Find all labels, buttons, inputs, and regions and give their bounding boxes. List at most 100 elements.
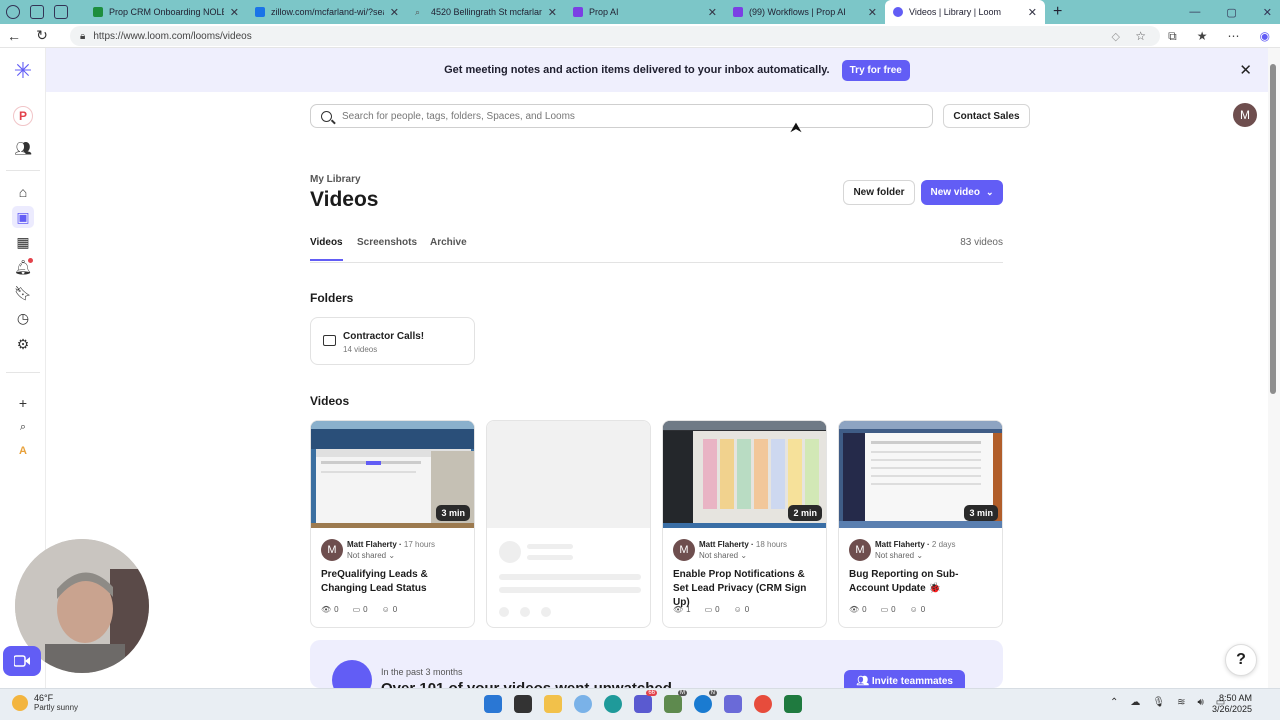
system-clock[interactable]: 8:50 AM 3/26/2025 bbox=[1212, 693, 1252, 715]
sharing-status[interactable]: Not shared ⌄ bbox=[699, 551, 747, 560]
edge-icon[interactable] bbox=[604, 695, 622, 713]
browser-tab-prop-ai[interactable]: Prop AI ✕ bbox=[565, 0, 725, 24]
copilot-icon[interactable]: ◉ bbox=[1260, 29, 1270, 43]
reactions-stat: ☺ 0 bbox=[734, 605, 750, 614]
browser-tab-search[interactable]: ⌕ 4520 Bellingrath St mcfarland co ✕ bbox=[407, 0, 565, 24]
new-folder-button[interactable]: New folder bbox=[843, 180, 915, 205]
breadcrumb[interactable]: My Library bbox=[310, 174, 361, 185]
settings-app-icon[interactable] bbox=[724, 695, 742, 713]
back-icon[interactable]: ← bbox=[0, 28, 28, 44]
menu-icon[interactable]: ⋯ bbox=[1228, 29, 1240, 43]
wifi-icon[interactable]: ≋ bbox=[1177, 697, 1185, 708]
new-video-button[interactable]: New video ⌄ bbox=[921, 180, 1003, 205]
weather-widget[interactable]: 46°F Partly sunny bbox=[12, 693, 78, 712]
author-line: Matt Flaherty · 2 days bbox=[875, 540, 956, 549]
history-icon[interactable]: ◷ bbox=[12, 307, 34, 329]
folder-card[interactable]: Contractor Calls! 14 videos bbox=[310, 317, 475, 365]
photos-icon[interactable] bbox=[574, 695, 592, 713]
app-a-icon[interactable]: A bbox=[12, 440, 34, 462]
extensions-icon[interactable]: ⧉ bbox=[1168, 29, 1177, 44]
eye-icon: 👁︎ bbox=[321, 605, 332, 614]
eye-icon: 👁︎ bbox=[849, 605, 860, 614]
sharing-status[interactable]: Not shared ⌄ bbox=[875, 551, 923, 560]
reload-icon[interactable]: ↻ bbox=[28, 27, 56, 44]
record-camera-button[interactable] bbox=[3, 646, 41, 676]
search-bar[interactable] bbox=[310, 104, 933, 128]
settings-icon[interactable]: ⚙ bbox=[12, 333, 34, 355]
tab-videos[interactable]: Videos bbox=[310, 237, 343, 261]
microphone-icon[interactable]: 🎙︎ bbox=[1152, 697, 1165, 708]
browser-tab-workflows[interactable]: (99) Workflows | Prop AI ✕ bbox=[725, 0, 885, 24]
sharing-label: Not shared bbox=[875, 551, 915, 560]
try-for-free-button[interactable]: Try for free bbox=[841, 59, 910, 81]
contact-sales-button[interactable]: Contact Sales bbox=[943, 104, 1030, 128]
close-banner-icon[interactable]: ✕ bbox=[1239, 61, 1252, 79]
url-field[interactable]: 🔒︎ https://www.loom.com/looms/videos ◇ ☆ bbox=[70, 26, 1160, 46]
close-tab-icon[interactable]: ✕ bbox=[230, 6, 239, 19]
start-icon[interactable] bbox=[484, 695, 502, 713]
members-icon[interactable]: 👥︎ bbox=[12, 137, 34, 159]
views-stat: 👁︎ 1 bbox=[673, 605, 691, 614]
tab-screenshots[interactable]: Screenshots bbox=[357, 237, 417, 248]
tab-archive[interactable]: Archive bbox=[430, 237, 467, 248]
video-title[interactable]: PreQualifying Leads & Changing Lead Stat… bbox=[321, 568, 469, 596]
edge-profile-icon[interactable]: N bbox=[694, 690, 717, 713]
close-tab-icon[interactable]: ✕ bbox=[868, 6, 877, 19]
scrollbar-thumb[interactable] bbox=[1270, 64, 1276, 394]
video-thumbnail[interactable]: 2 min bbox=[663, 421, 826, 528]
browser-tab-zillow[interactable]: zillow.com/mcfarland-wi/?search ✕ bbox=[247, 0, 407, 24]
store-icon[interactable]: 66 bbox=[634, 690, 657, 713]
video-card[interactable]: 2 min M Matt Flaherty · 18 hours Not sha… bbox=[662, 420, 827, 628]
new-tab-button[interactable]: + bbox=[1045, 0, 1075, 24]
video-card[interactable]: 3 min M Matt Flaherty · 17 hours Not sha… bbox=[310, 420, 475, 628]
file-explorer-icon[interactable] bbox=[544, 695, 562, 713]
browser-tab-prop-crm[interactable]: Prop CRM Onboarding NOLE ✕ bbox=[85, 0, 247, 24]
workspace-switcher[interactable]: P bbox=[12, 105, 34, 127]
search-input[interactable] bbox=[342, 110, 902, 122]
add-icon[interactable]: + bbox=[12, 392, 34, 414]
browser-tab-loom[interactable]: Videos | Library | Loom ✕ bbox=[885, 0, 1045, 24]
app-m-icon[interactable]: M bbox=[664, 690, 687, 713]
browser-toolbar: ⧉ ★ ⋯ ◉ bbox=[1168, 24, 1270, 48]
profile-icon[interactable] bbox=[6, 5, 20, 19]
help-button[interactable]: ? bbox=[1225, 644, 1257, 676]
notifications-icon[interactable]: 🔔︎ bbox=[12, 256, 34, 278]
calendar-icon[interactable]: ▦ bbox=[12, 231, 34, 253]
task-view-icon[interactable] bbox=[514, 695, 532, 713]
video-title[interactable]: Enable Prop Notifications & Set Lead Pri… bbox=[673, 568, 821, 610]
video-age: 17 hours bbox=[403, 540, 436, 549]
volume-icon[interactable]: 🔊︎ bbox=[1197, 697, 1203, 708]
bookmark-icon[interactable]: 🔖︎ bbox=[12, 282, 34, 304]
minimize-icon[interactable]: — bbox=[1189, 6, 1200, 18]
close-tab-icon[interactable]: ✕ bbox=[390, 6, 399, 19]
notification-badge: 66 bbox=[646, 690, 657, 696]
cloud-icon[interactable]: ☁ bbox=[1130, 697, 1140, 708]
chevron-up-icon[interactable]: ⌃ bbox=[1110, 697, 1118, 708]
sharing-status[interactable]: Not shared ⌄ bbox=[347, 551, 395, 560]
close-tab-icon[interactable]: ✕ bbox=[708, 6, 717, 19]
video-card[interactable]: 3 min M Matt Flaherty · 2 days Not share… bbox=[838, 420, 1003, 628]
video-thumbnail[interactable]: 3 min bbox=[311, 421, 474, 528]
invite-teammates-button[interactable]: 👥︎ Invite teammates bbox=[844, 670, 965, 688]
chrome-icon[interactable] bbox=[754, 695, 772, 713]
loom-logo-icon[interactable]: ✳ bbox=[12, 58, 34, 83]
workspaces-icon[interactable] bbox=[30, 5, 44, 19]
video-thumbnail[interactable]: 3 min bbox=[839, 421, 1002, 528]
favorite-star-icon[interactable]: ☆ bbox=[1135, 29, 1146, 43]
maximize-icon[interactable]: ▢ bbox=[1226, 6, 1236, 19]
home-icon[interactable]: ⌂ bbox=[12, 181, 34, 203]
tab-title: (99) Workflows | Prop AI bbox=[749, 7, 846, 17]
close-window-icon[interactable]: ✕ bbox=[1263, 6, 1272, 19]
tab-actions-icon[interactable] bbox=[54, 5, 68, 19]
page-scrollbar[interactable] bbox=[1268, 48, 1280, 688]
extension-icon[interactable]: ◇ bbox=[1112, 30, 1120, 43]
video-title[interactable]: Bug Reporting on Sub-Account Update 🐞 bbox=[849, 568, 997, 596]
excel-icon[interactable] bbox=[784, 695, 802, 713]
close-tab-icon[interactable]: ✕ bbox=[548, 6, 557, 19]
library-icon[interactable]: ▣ bbox=[12, 206, 34, 228]
favorites-icon[interactable]: ★ bbox=[1197, 29, 1208, 43]
search-icon[interactable]: ⌕ bbox=[12, 416, 34, 438]
lock-icon[interactable]: 🔒︎ bbox=[80, 31, 85, 42]
close-tab-icon[interactable]: ✕ bbox=[1028, 6, 1037, 19]
user-avatar[interactable]: M bbox=[1233, 103, 1257, 127]
